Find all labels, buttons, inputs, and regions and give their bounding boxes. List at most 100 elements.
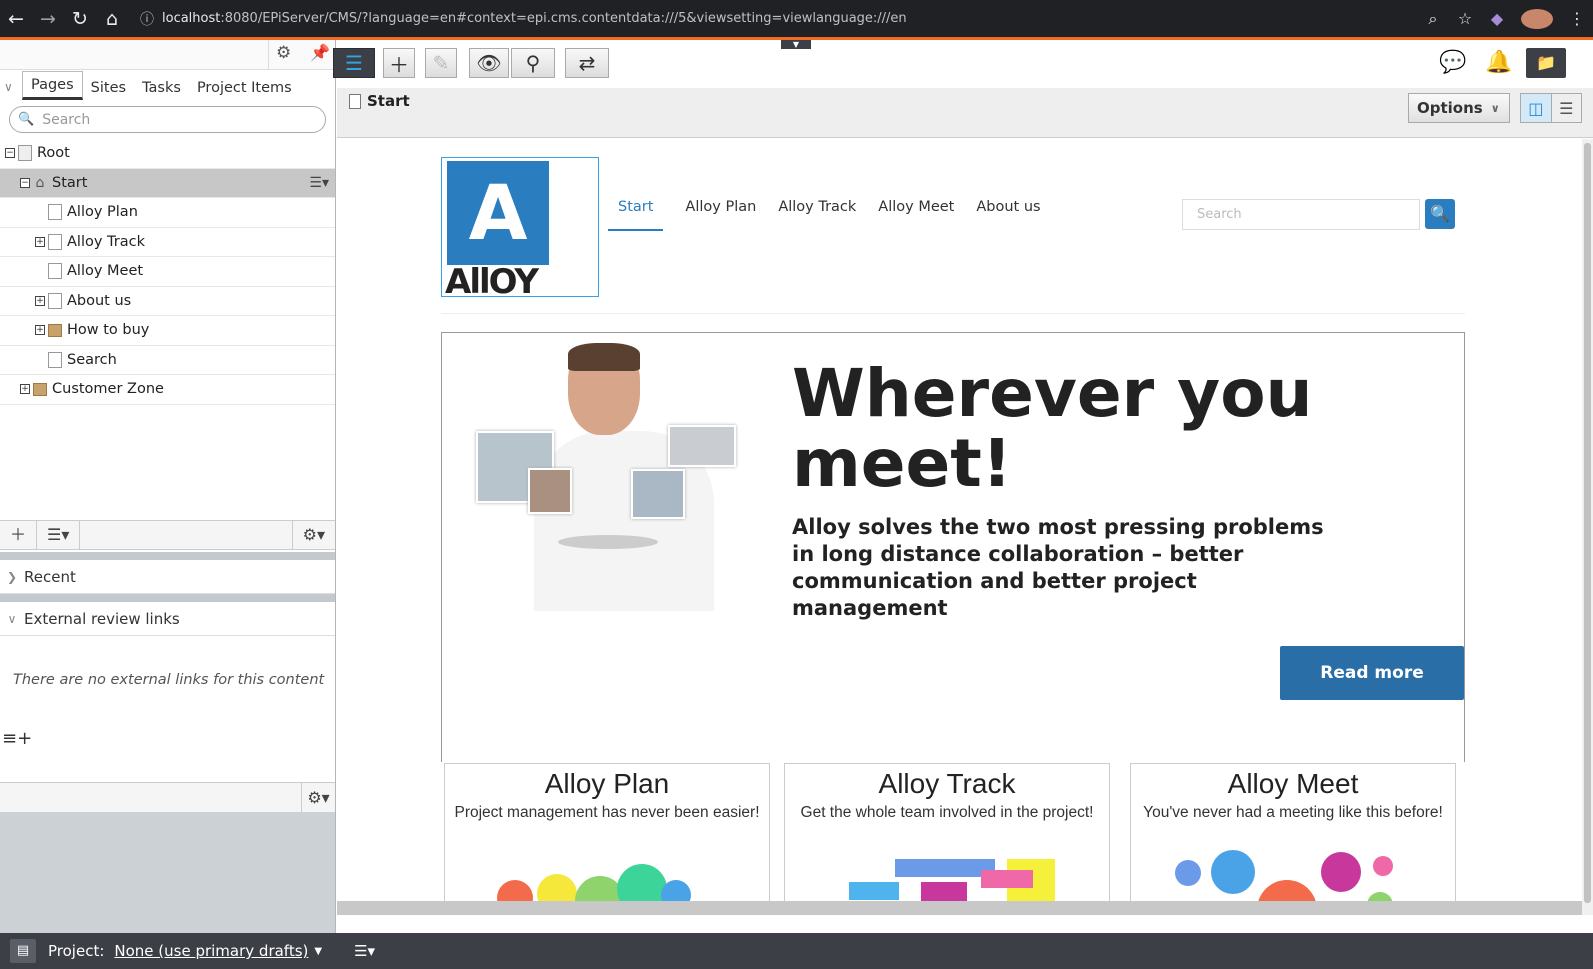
settings-gear-icon[interactable]: ⚙ [276,43,291,63]
content-title-bar: Start Options ∨ ◫ ☰ [337,88,1593,138]
page-tree: − Root − ⌂ Start ☰▾ Alloy Plan + Alloy Track Allo… [0,139,335,405]
expand-node-icon[interactable]: + [35,236,45,247]
tree-node-label: Customer Zone [52,381,164,398]
external-links-widget-header[interactable]: ∨ External review links [0,602,335,636]
toggle-navigation-pane-button[interactable]: ☰ [333,48,375,78]
browser-menu-icon[interactable]: ⋮ [1561,9,1593,28]
site-nav-about-us[interactable]: About us [976,199,1040,231]
add-page-icon[interactable]: ＋ [0,520,38,550]
project-selector[interactable]: None (use primary drafts) [114,942,308,960]
options-label: Options [1417,99,1483,117]
notifications-bell-icon[interactable]: 🔔 [1485,50,1512,75]
tree-settings-gear-icon[interactable]: ⚙▾ [291,520,335,550]
add-link-icon[interactable]: ≡+ [2,728,32,749]
chevron-down-icon: ∨ [1490,101,1500,115]
edit-button[interactable]: ✎ [425,48,457,78]
forward-icon[interactable]: → [32,0,64,37]
hero-title: Wherever you meet! [792,355,1313,502]
zoom-icon[interactable]: ⌕ [1417,9,1449,29]
reload-icon[interactable]: ↻ [64,0,96,37]
collapse-node-icon[interactable]: − [20,177,30,188]
expand-node-icon[interactable]: + [35,295,45,306]
tree-node[interactable]: − Root [0,139,335,169]
site-search-input[interactable]: Search [1182,199,1420,230]
tree-node[interactable]: Search [0,346,335,375]
external-links-actions: ⚙▾ [0,782,335,813]
photo-thumbnail [528,468,572,514]
add-content-button[interactable]: ＋ [383,48,415,78]
tree-node[interactable]: − ⌂ Start ☰▾ [0,168,335,198]
all-properties-icon[interactable]: ☰ [1552,94,1582,122]
tree-node[interactable]: Alloy Plan [0,198,335,228]
tab-pages[interactable]: Pages [22,71,83,100]
view-settings-button[interactable]: ⚲ [511,48,555,78]
tree-node[interactable]: + How to buy [0,316,335,346]
tree-node[interactable]: + Alloy Track [0,228,335,257]
collapse-toolbar-icon[interactable]: ▼ [781,40,811,49]
home-icon: ⌂ [35,174,45,191]
tree-node[interactable]: + Customer Zone [0,375,335,405]
assets-folder-icon[interactable]: 📁 [1526,48,1566,78]
bookmark-star-icon[interactable]: ☆ [1449,9,1481,28]
read-more-button[interactable]: Read more [1280,646,1464,700]
folder-icon [48,323,62,337]
pane-splitter[interactable] [0,594,335,602]
tab-sites[interactable]: Sites [83,75,134,100]
project-overview-icon[interactable]: ▤ [10,939,36,963]
expand-node-icon[interactable]: + [20,384,30,395]
info-icon[interactable]: ⓘ [140,9,162,29]
profile-avatar[interactable] [1521,8,1553,29]
collapse-chevron-icon[interactable]: ∨ [4,80,22,94]
site-nav-alloy-plan[interactable]: Alloy Plan [685,199,756,231]
pin-icon[interactable]: 📌 [310,43,330,62]
navigation-pane-toolbar: ⚙ 📌 [0,40,335,70]
scrollbar-thumb[interactable] [1584,143,1591,903]
comments-icon[interactable]: 💬 [1439,50,1466,75]
extension-icon[interactable]: ◆ [1481,9,1513,28]
context-menu-icon[interactable]: ☰▾ [309,175,329,191]
list-menu-icon[interactable]: ☰▾ [37,520,81,550]
expand-node-icon[interactable]: + [35,325,45,336]
site-search-button[interactable]: 🔍 [1425,199,1455,229]
search-placeholder: Search [42,111,91,128]
hero-block[interactable]: Wherever you meet! Alloy solves the two … [441,332,1465,762]
vertical-scrollbar[interactable] [1582,139,1593,915]
pane-splitter[interactable] [0,552,335,560]
photo-thumbnail [631,469,685,519]
recent-label: Recent [24,567,76,586]
horizontal-scrollbar[interactable] [337,901,1582,915]
hero-image [476,343,741,611]
photo-thumbnail [668,425,736,467]
site-navigation: Start Alloy Plan Alloy Track Alloy Meet Abou… [608,199,1063,231]
address-bar[interactable]: ⓘ localhost:8080/EPiServer/CMS/?language… [140,3,1520,34]
tree-node[interactable]: + About us [0,287,335,316]
chevron-down-icon[interactable]: ▼ [314,946,322,957]
page-tree-search-input[interactable]: 🔍 Search [9,106,326,133]
tab-project-items[interactable]: Project Items [189,75,300,100]
preview-eye-button[interactable]: 👁 [469,48,509,78]
options-button[interactable]: Options ∨ [1408,93,1510,123]
site-nav-alloy-track[interactable]: Alloy Track [778,199,856,231]
chevron-right-icon: ❯ [6,569,18,584]
compare-button[interactable]: ⇄ [565,48,609,78]
logo-letter: A [447,161,549,265]
card-alloy-track[interactable]: Alloy Track Get the whole team involved … [784,763,1110,913]
page-icon [48,351,62,368]
tab-tasks[interactable]: Tasks [134,75,189,100]
site-nav-start[interactable]: Start [608,199,664,231]
links-settings-gear-icon[interactable]: ⚙▾ [301,783,335,813]
card-alloy-meet[interactable]: Alloy Meet You've never had a meeting li… [1130,763,1456,913]
url-host: localhost [162,11,221,26]
collapse-node-icon[interactable]: − [5,148,15,159]
on-page-edit-icon[interactable]: ◫ [1521,94,1552,122]
site-nav-alloy-meet[interactable]: Alloy Meet [878,199,954,231]
recent-widget-header[interactable]: ❯ Recent [0,560,335,594]
home-icon[interactable]: ⌂ [96,0,128,37]
project-menu-icon[interactable]: ☰▾ [354,942,375,960]
card-alloy-plan[interactable]: Alloy Plan Project management has never … [444,763,770,913]
chevron-down-icon: ∨ [7,611,17,626]
folder-icon [33,382,47,396]
site-logo[interactable]: A AllOY [441,157,599,302]
tree-node[interactable]: Alloy Meet [0,257,335,287]
back-icon[interactable]: ← [0,0,32,37]
